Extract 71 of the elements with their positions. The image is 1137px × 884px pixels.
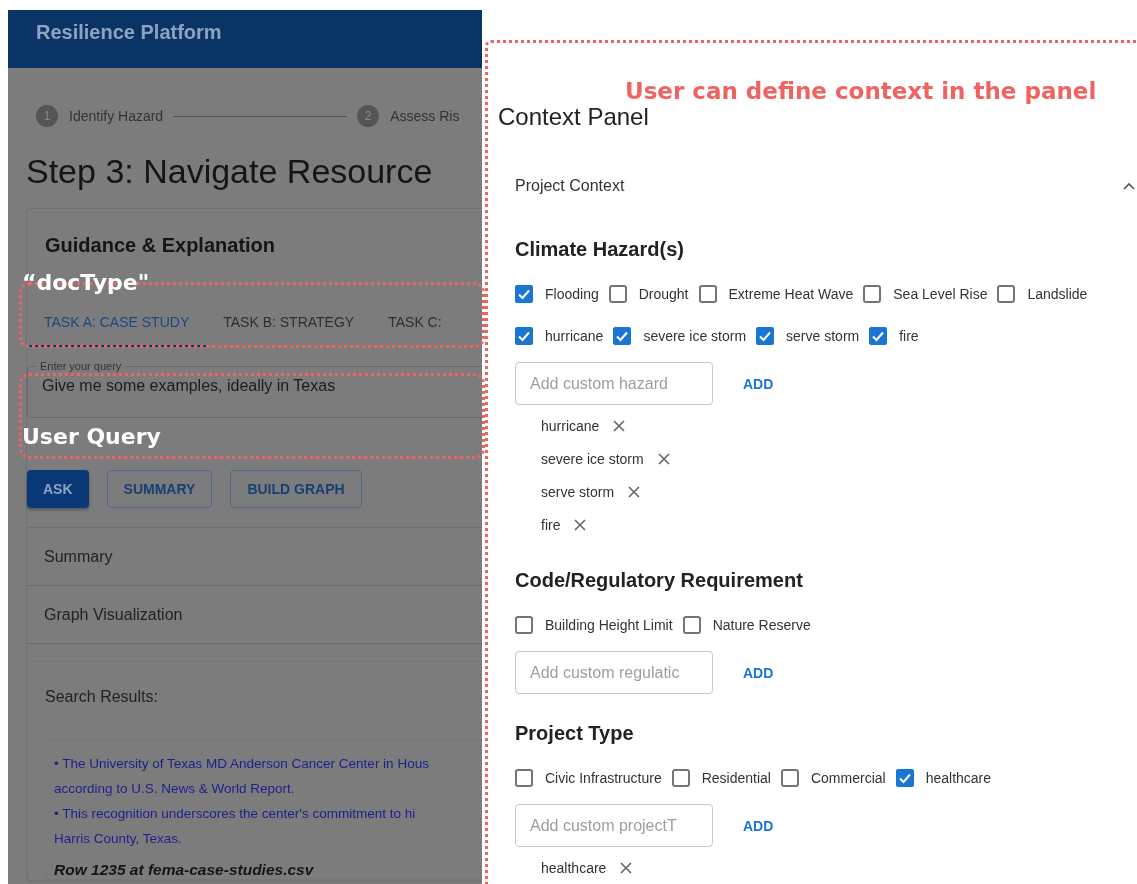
group-heading: Code/Regulatory Requirement (515, 568, 804, 592)
checkbox[interactable] (698, 285, 717, 303)
app-title: Resilience Platform (36, 21, 222, 43)
button[interactable]: BUILD GRAPH (230, 470, 362, 508)
close-icon[interactable] (574, 518, 587, 531)
checkbox[interactable] (863, 285, 882, 303)
close-icon[interactable] (620, 861, 633, 874)
result-text: • The University of Texas MD Anderson Cancer Center in Hous (54, 755, 430, 773)
checkbox[interactable] (997, 285, 1016, 303)
close-icon[interactable] (613, 419, 626, 432)
annotation-label: User Query (22, 424, 161, 449)
annotation-label: “docType" (22, 270, 150, 295)
tab[interactable]: TASK B: STRATEGY (206, 299, 372, 347)
chip-label: serve storm (541, 483, 615, 500)
annotation-label: User can define context in the panel (625, 78, 1097, 104)
option-label: Civic Infrastructure (545, 770, 662, 786)
checkbox[interactable] (608, 285, 627, 303)
checkbox[interactable] (671, 769, 690, 787)
results-title: Search Results: (45, 688, 159, 706)
checkbox[interactable] (613, 327, 632, 345)
option-label: Sea Level Rise (893, 286, 988, 302)
checkbox[interactable] (895, 769, 914, 787)
step-label: Identify Hazard (69, 108, 164, 124)
checkbox[interactable] (682, 616, 701, 634)
panel-title: Context Panel (498, 102, 650, 132)
checkbox[interactable] (869, 327, 888, 345)
result-text: according to U.S. News & World Report. (54, 780, 296, 798)
card-title: Guidance & Explanation (44, 233, 277, 257)
option-label: Extreme Heat Wave (728, 286, 854, 302)
accordion-header[interactable]: Project Context (498, 154, 1137, 218)
text-field[interactable]: Add custom hazard (515, 362, 713, 405)
source-caption: Row 1235 at fema-case-studies.csv (54, 861, 315, 879)
chip-label: severe ice storm (541, 450, 644, 467)
option-label: Flooding (545, 286, 599, 302)
option-label: hurricane (545, 328, 604, 344)
option-label: fire (899, 328, 919, 344)
result-text: • This recognition underscores the center's commitment to hi (54, 805, 417, 823)
button[interactable]: ASK (27, 470, 89, 508)
tab[interactable]: TASK A: CASE STUDY (27, 299, 207, 347)
group-heading: Climate Hazard(s) (515, 237, 685, 261)
group-heading: Project Type (515, 721, 635, 745)
tab[interactable]: TASK C: (371, 299, 459, 347)
checkbox[interactable] (515, 327, 533, 345)
close-icon[interactable] (628, 485, 641, 498)
option-label: Drought (638, 286, 689, 302)
checkbox[interactable] (515, 769, 533, 787)
add-button[interactable]: ADD (735, 658, 782, 687)
chip-label: fire (541, 516, 561, 533)
option-label: Building Height Limit (545, 617, 673, 633)
option-label: Residential (701, 770, 771, 786)
option-label: healthcare (925, 770, 992, 786)
add-button[interactable]: ADD (735, 811, 782, 840)
page-heading: Step 3: Navigate Resource (26, 151, 434, 191)
close-icon[interactable] (657, 452, 670, 465)
button[interactable]: SUMMARY (106, 470, 213, 508)
option-label: Nature Reserve (712, 617, 811, 633)
checkbox[interactable] (515, 616, 533, 634)
option-label: Commercial (810, 770, 886, 786)
result-text: Harris County, Texas. (54, 830, 183, 848)
option-label: Landslide (1027, 286, 1088, 302)
step-label: Assess Ris (390, 108, 460, 124)
add-button[interactable]: ADD (735, 369, 782, 398)
option-label: serve storm (786, 328, 860, 344)
text-field[interactable]: Add custom projectT (515, 804, 713, 847)
text-field[interactable]: Add custom regulatic (515, 651, 713, 694)
option-label: severe ice storm (643, 328, 747, 344)
chip-label: hurricane (541, 417, 600, 434)
chip-label: healthcare (541, 859, 607, 876)
checkbox[interactable] (780, 769, 799, 787)
checkbox[interactable] (756, 327, 775, 345)
checkbox[interactable] (515, 285, 533, 303)
